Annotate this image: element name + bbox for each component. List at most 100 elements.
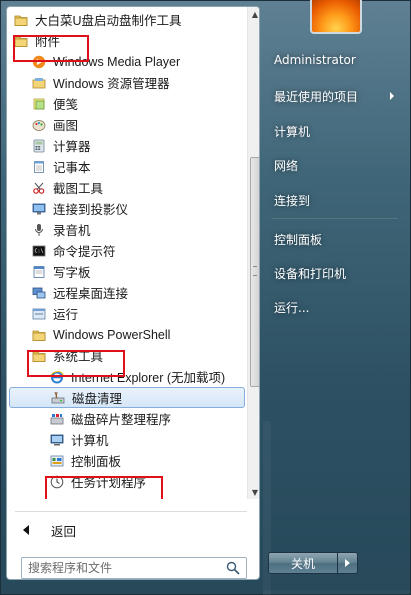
scroll-thumb[interactable]: [250, 157, 259, 387]
program-item-projector[interactable]: 连接到投影仪: [9, 198, 245, 219]
right-item-label: 计算机: [274, 124, 311, 139]
computer-icon: [49, 432, 65, 448]
program-label: 录音机: [53, 224, 91, 238]
program-label: 大白菜U盘启动盘制作工具: [35, 14, 182, 28]
program-item-wordpad[interactable]: 写字板: [9, 261, 245, 282]
program-label: Windows Media Player: [53, 54, 181, 69]
paint-icon: [31, 117, 47, 133]
back-label: 返回: [51, 523, 77, 539]
defrag-icon: [49, 411, 65, 427]
right-item-control-panel[interactable]: 控制面板: [266, 225, 404, 253]
program-label: 截图工具: [53, 182, 104, 196]
program-label: 磁盘清理: [72, 392, 123, 406]
search-box[interactable]: [21, 557, 247, 579]
program-label: Windows PowerShell: [53, 327, 171, 342]
program-item-run[interactable]: 运行: [9, 303, 245, 324]
program-label: 系统工具: [53, 350, 104, 364]
disk-cleanup-icon: [50, 390, 66, 406]
right-item-label: 设备和打印机: [274, 266, 347, 281]
clock-icon: [49, 474, 65, 490]
scroll-up-icon[interactable]: ▲: [248, 7, 259, 21]
program-item-notepad[interactable]: 记事本: [9, 156, 245, 177]
control-panel-icon: [49, 453, 65, 469]
search-input[interactable]: [22, 558, 212, 578]
right-item-network[interactable]: 网络: [266, 151, 404, 179]
right-item-label: 最近使用的项目: [274, 89, 359, 104]
folder-icon: [31, 327, 47, 343]
program-item-accessories-folder[interactable]: 附件: [9, 30, 245, 51]
right-item-user[interactable]: Administrator: [266, 46, 404, 74]
wordpad-icon: [31, 264, 47, 280]
program-item-sticky-notes[interactable]: 便笺: [9, 93, 245, 114]
program-item-paint[interactable]: 画图: [9, 114, 245, 135]
right-item-connect-to[interactable]: 连接到: [266, 186, 404, 214]
scroll-down-icon[interactable]: ▼: [248, 485, 259, 499]
microphone-icon: [31, 222, 47, 238]
user-name: Administrator: [274, 53, 356, 67]
chevron-right-icon: [345, 559, 350, 567]
program-item-ie-no-addons[interactable]: Internet Explorer (无加载项): [9, 366, 245, 387]
search-icon[interactable]: [226, 561, 240, 575]
sticky-notes-icon: [31, 96, 47, 112]
program-label: 计算器: [53, 140, 91, 154]
media-player-icon: [31, 54, 47, 70]
svg-text:C:\: C:\: [35, 248, 44, 254]
program-item-control-panel[interactable]: 控制面板: [9, 450, 245, 471]
program-label: 控制面板: [71, 455, 122, 469]
program-label: 磁盘碎片整理程序: [71, 413, 172, 427]
program-item-dabaicai-folder[interactable]: 大白菜U盘启动盘制作工具: [9, 9, 245, 30]
program-label: 便笺: [53, 98, 79, 112]
program-item-remote-desktop[interactable]: 远程桌面连接: [9, 282, 245, 303]
right-item-run[interactable]: 运行...: [266, 293, 404, 321]
program-label: 连接到投影仪: [53, 203, 129, 217]
folder-icon: [13, 33, 29, 49]
right-item-computer[interactable]: 计算机: [266, 117, 404, 145]
shutdown-button[interactable]: 关机: [269, 553, 337, 573]
shutdown-label: 关机: [290, 556, 315, 571]
right-item-label: 运行...: [274, 300, 310, 315]
program-item-sound-recorder[interactable]: 录音机: [9, 219, 245, 240]
program-label: 写字板: [53, 266, 91, 280]
right-item-label: 连接到: [274, 193, 311, 208]
program-item-system-tools-folder[interactable]: 系统工具: [9, 345, 245, 366]
right-divider: [272, 218, 398, 219]
back-arrow-icon: [23, 525, 29, 535]
program-item-calculator[interactable]: 计算器: [9, 135, 245, 156]
program-item-media-player[interactable]: Windows Media Player: [9, 51, 245, 72]
right-item-label: 控制面板: [274, 232, 323, 247]
program-item-disk-cleanup[interactable]: 磁盘清理: [9, 387, 245, 408]
programs-panel: 大白菜U盘启动盘制作工具 附件 Windows Media Player Win…: [6, 6, 260, 580]
program-label: 画图: [53, 119, 79, 133]
projector-icon: [31, 201, 47, 217]
program-item-computer[interactable]: 计算机: [9, 429, 245, 450]
all-programs-list: 大白菜U盘启动盘制作工具 附件 Windows Media Player Win…: [7, 7, 247, 499]
program-item-cmd[interactable]: C:\ 命令提示符: [9, 240, 245, 261]
program-item-powershell-folder[interactable]: Windows PowerShell: [9, 324, 245, 345]
folder-icon: [31, 348, 47, 364]
right-item-devices-printers[interactable]: 设备和打印机: [266, 259, 404, 287]
program-label: 远程桌面连接: [53, 287, 129, 301]
programs-scrollbar[interactable]: ▲ ▼: [247, 7, 259, 499]
program-item-defragmenter[interactable]: 磁盘碎片整理程序: [9, 408, 245, 429]
program-item-snipping-tool[interactable]: 截图工具: [9, 177, 245, 198]
back-button[interactable]: 返回: [17, 519, 243, 541]
program-label: 附件: [35, 35, 61, 49]
folder-icon: [13, 12, 29, 28]
right-item-recent-items[interactable]: 最近使用的项目: [266, 82, 404, 110]
right-item-label: 网络: [274, 158, 299, 173]
cmd-icon: C:\: [31, 243, 47, 259]
shutdown-button-group: 关机: [268, 552, 358, 574]
remote-desktop-icon: [31, 285, 47, 301]
shutdown-options-button[interactable]: [337, 553, 357, 573]
snipping-tool-icon: [31, 180, 47, 196]
program-item-task-scheduler[interactable]: 任务计划程序: [9, 471, 245, 492]
user-avatar[interactable]: [310, 0, 362, 34]
notepad-icon: [31, 159, 47, 175]
calculator-icon: [31, 138, 47, 154]
program-item-explorer[interactable]: Windows 资源管理器: [9, 72, 245, 93]
run-icon: [31, 306, 47, 322]
submenu-arrow-icon: [390, 92, 394, 100]
divider: [15, 511, 247, 512]
program-label: 运行: [53, 308, 79, 322]
program-label: 计算机: [71, 434, 109, 448]
